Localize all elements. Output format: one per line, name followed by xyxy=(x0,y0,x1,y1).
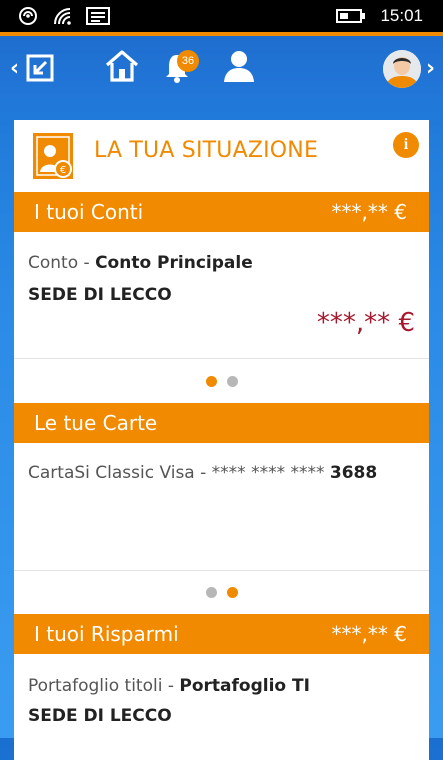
top-navigation: ‹ › xyxy=(0,36,443,98)
conti-title: I tuoi Conti xyxy=(34,200,144,224)
card-label: CartaSi Classic Visa - **** **** **** xyxy=(28,463,330,483)
portfolio-label: Portafoglio titoli - xyxy=(28,676,180,696)
wifi-icon xyxy=(54,8,71,25)
user-avatar-icon xyxy=(383,50,421,88)
portfolio-row[interactable]: Portafoglio titoli - Portafoglio TI xyxy=(28,676,310,696)
divider xyxy=(14,570,429,571)
carte-title: Le tue Carte xyxy=(34,411,158,435)
account-row[interactable]: Conto - Conto Principale xyxy=(28,253,253,273)
account-balance: ***,** € xyxy=(316,308,415,338)
chevron-right-icon[interactable]: › xyxy=(426,56,435,81)
divider xyxy=(14,358,429,359)
page-title: LA TUA SITUAZIONE xyxy=(94,138,319,163)
card-header: € LA TUA SITUAZIONE i xyxy=(14,120,429,192)
risparmi-section-header[interactable]: I tuoi Risparmi ***,** € xyxy=(14,614,429,654)
carte-section-header[interactable]: Le tue Carte xyxy=(14,403,429,443)
account-holder-icon: € xyxy=(33,133,73,179)
situation-card: € LA TUA SITUAZIONE i I tuoi Conti ***,*… xyxy=(14,120,429,760)
message-icon xyxy=(86,7,110,25)
pager-dot-active[interactable] xyxy=(226,587,238,598)
clock: 15:01 xyxy=(380,6,423,25)
carte-pager xyxy=(14,587,429,598)
portfolio-branch: SEDE DI LECCO xyxy=(28,706,172,726)
status-bar: 15:01 xyxy=(0,0,443,32)
portfolio-name: Portafoglio TI xyxy=(179,676,310,696)
chevron-left-icon[interactable]: ‹ xyxy=(10,56,19,81)
card-row[interactable]: CartaSi Classic Visa - **** **** **** 36… xyxy=(28,463,377,483)
conti-total-amount: ***,** € xyxy=(331,200,407,224)
back-icon[interactable] xyxy=(26,54,54,82)
data-sync-icon xyxy=(19,7,37,25)
info-button[interactable]: i xyxy=(393,132,419,158)
svg-text:€: € xyxy=(60,165,66,176)
avatar[interactable] xyxy=(383,50,421,88)
conti-pager xyxy=(14,376,429,387)
risparmi-title: I tuoi Risparmi xyxy=(34,622,179,646)
risparmi-total-amount: ***,** € xyxy=(331,622,407,646)
account-label: Conto - xyxy=(28,253,96,273)
notification-count-badge: 36 xyxy=(177,50,199,72)
pager-dot[interactable] xyxy=(205,587,217,598)
card-last-digits: 3688 xyxy=(329,463,378,483)
account-name: Conto Principale xyxy=(95,253,253,273)
pager-dot-active[interactable] xyxy=(205,376,217,387)
conti-section-header[interactable]: I tuoi Conti ***,** € xyxy=(14,192,429,232)
home-icon[interactable] xyxy=(104,48,140,84)
account-branch: SEDE DI LECCO xyxy=(28,285,172,305)
pager-dot[interactable] xyxy=(226,376,238,387)
profile-icon[interactable] xyxy=(222,49,256,83)
battery-icon xyxy=(336,9,366,23)
